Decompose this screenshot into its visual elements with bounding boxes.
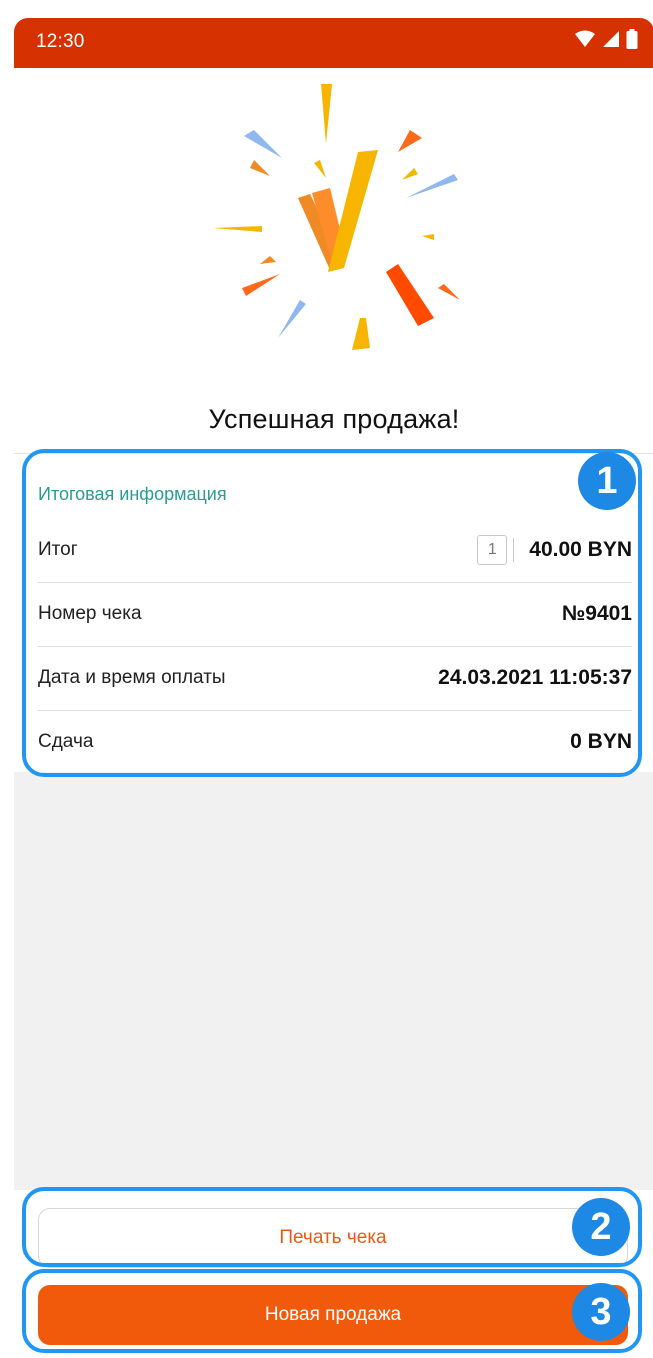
success-check-burst-icon [213, 84, 460, 350]
battery-icon [626, 29, 638, 49]
highlight-print-button [22, 1187, 642, 1267]
success-hero: Успешная продажа! [14, 68, 653, 454]
highlight-new-sale-button [22, 1269, 642, 1353]
status-icons [574, 29, 638, 49]
signal-icon [603, 31, 619, 47]
badge-3: 3 [572, 1283, 630, 1341]
badge-1: 1 [578, 452, 636, 510]
highlight-summary [22, 449, 642, 777]
status-bar: 12:30 [14, 18, 653, 68]
success-title: Успешная продажа! [208, 404, 460, 434]
status-time: 12:30 [36, 31, 85, 52]
badge-2: 2 [572, 1198, 630, 1256]
wifi-icon [575, 30, 595, 47]
